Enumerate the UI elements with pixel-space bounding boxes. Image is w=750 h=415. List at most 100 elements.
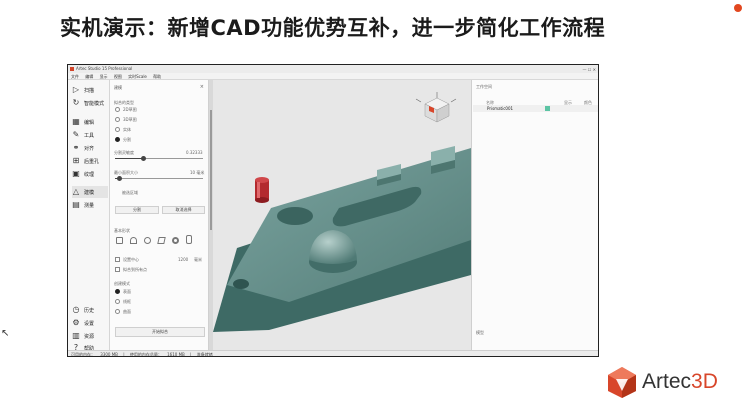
tool-label: 扫描 bbox=[84, 87, 95, 94]
measure-icon: ▤ bbox=[72, 200, 80, 209]
play-icon: ▷ bbox=[72, 85, 80, 94]
cone-shape-icon[interactable] bbox=[130, 237, 137, 244]
status-item: 准备就绪 bbox=[196, 352, 213, 357]
apply-fit-button[interactable]: 开始拟合 bbox=[115, 327, 205, 337]
tool-fill-holes[interactable]: ⊞ 后重孔 bbox=[72, 155, 108, 167]
cylinder-shape-icon[interactable] bbox=[116, 237, 123, 244]
brand-name: Artec bbox=[642, 370, 692, 393]
tool-label: 工具 bbox=[84, 132, 95, 139]
window-title: Artec Studio 15 Professional bbox=[76, 66, 133, 71]
tool-label: 测量 bbox=[84, 202, 95, 209]
radio-label: 表面 bbox=[123, 289, 131, 294]
cad-icon: △ bbox=[72, 187, 80, 196]
settings-icon: ⚙ bbox=[72, 318, 80, 327]
tool-label: 设置 bbox=[84, 320, 95, 327]
status-item: | bbox=[123, 352, 125, 357]
radio-label: 实体 bbox=[123, 127, 131, 132]
resources-icon: ▥ bbox=[72, 331, 80, 340]
record-indicator-icon bbox=[734, 4, 742, 12]
tool-label: 智能模式 bbox=[84, 100, 105, 107]
sphere-shape-icon[interactable] bbox=[144, 237, 151, 244]
navigation-cube[interactable] bbox=[415, 92, 457, 123]
fit-all-points-checkbox[interactable] bbox=[115, 267, 120, 272]
radio-label: 2D草图 bbox=[123, 107, 137, 112]
radio-label: 曲面 bbox=[123, 309, 131, 314]
radio-mode-3d[interactable] bbox=[115, 117, 120, 122]
tool-history[interactable]: ◷ 历史 bbox=[72, 304, 108, 316]
menu-view[interactable]: 视图 bbox=[114, 74, 122, 79]
status-item: 1610 MB bbox=[167, 352, 185, 357]
fill-holes-icon: ⊞ bbox=[72, 156, 80, 165]
radio-label: 分割 bbox=[123, 137, 131, 142]
menu-file[interactable]: 文件 bbox=[71, 74, 79, 79]
slider-label: 最小面积大小 bbox=[114, 170, 138, 175]
workspace-footer: 模型 bbox=[476, 330, 484, 335]
section-label: 基本形状 bbox=[114, 228, 130, 233]
3d-viewport[interactable] bbox=[209, 80, 471, 350]
tool-tools[interactable]: ✎ 工具 bbox=[72, 129, 108, 141]
slider-label: 分割灵敏度 bbox=[114, 150, 134, 155]
tool-label: 后重孔 bbox=[84, 158, 100, 165]
radio-mode-solid[interactable] bbox=[115, 127, 120, 132]
panel-scrollbar[interactable] bbox=[209, 80, 213, 350]
freeform-shape-icon[interactable] bbox=[186, 235, 192, 244]
deselect-button[interactable]: 取消选择 bbox=[162, 206, 205, 214]
tool-autopilot[interactable]: ↻ 智能模式 bbox=[72, 97, 108, 109]
radio-create-surface[interactable] bbox=[115, 289, 120, 294]
cad-settings-panel: 建模 × 拟合的类型 2D草图 3D草图 实体 分割 分割灵敏度 0.32333… bbox=[110, 80, 209, 350]
workspace-row[interactable]: Prismatic001 bbox=[473, 105, 598, 112]
status-item: | bbox=[190, 352, 192, 357]
area-slider-handle[interactable] bbox=[117, 176, 122, 181]
side-hole bbox=[233, 279, 249, 289]
tools-icon: ✎ bbox=[72, 130, 80, 139]
radio-create-curve[interactable] bbox=[115, 309, 120, 314]
app-logo-icon bbox=[70, 67, 74, 71]
status-bar: 可用的内存： 3300 MB | 使用的内存总量： 1610 MB | 准备就绪 bbox=[68, 350, 598, 357]
artec-3d-logo: Artec3D bbox=[606, 365, 746, 405]
mouse-cursor-icon: ↖ bbox=[1, 328, 10, 339]
section-label: 被选区域 bbox=[122, 190, 138, 195]
status-item: 使用的内存总量： bbox=[129, 352, 162, 357]
tool-label: 对齐 bbox=[84, 145, 95, 152]
tool-measure[interactable]: ▤ 测量 bbox=[72, 199, 108, 211]
tool-label: 资源 bbox=[84, 333, 95, 340]
center-value[interactable]: 1200 bbox=[178, 257, 188, 262]
menu-display[interactable]: 显示 bbox=[100, 74, 108, 79]
set-center-checkbox[interactable] bbox=[115, 257, 120, 262]
tool-edit[interactable]: ▦ 编辑 bbox=[72, 116, 108, 128]
sensitivity-slider-handle[interactable] bbox=[141, 156, 146, 161]
panel-header: 建模 bbox=[114, 85, 122, 90]
status-item: 3300 MB bbox=[100, 352, 118, 357]
tool-resources[interactable]: ▥ 资源 bbox=[72, 330, 108, 342]
segment-button[interactable]: 分割 bbox=[115, 206, 159, 214]
object-name: Prismatic001 bbox=[487, 106, 514, 111]
tool-label: 建模 bbox=[84, 189, 95, 196]
tool-align[interactable]: ⚭ 对齐 bbox=[72, 142, 108, 154]
slider-value: 10 毫米 bbox=[190, 170, 205, 175]
area-slider-track[interactable] bbox=[115, 178, 203, 179]
menu-scale[interactable]: 实时Scale bbox=[128, 74, 147, 79]
tool-settings[interactable]: ⚙ 设置 bbox=[72, 317, 108, 329]
menu-help[interactable]: 帮助 bbox=[153, 74, 161, 79]
scrollbar-thumb[interactable] bbox=[210, 110, 212, 230]
close-icon[interactable]: × bbox=[200, 84, 204, 90]
status-item: 可用的内存： bbox=[71, 352, 95, 357]
tool-texture[interactable]: ▣ 纹理 bbox=[72, 168, 108, 180]
tool-cad[interactable]: △ 建模 bbox=[72, 186, 108, 198]
artec-logo-icon bbox=[608, 367, 636, 398]
tool-label: 编辑 bbox=[84, 119, 95, 126]
radio-mode-2d[interactable] bbox=[115, 107, 120, 112]
workspace-header: 工作空间 bbox=[476, 84, 492, 89]
torus-shape-icon[interactable] bbox=[172, 237, 179, 244]
section-label: 创建模式 bbox=[114, 281, 130, 286]
radio-mode-segment[interactable] bbox=[115, 137, 120, 142]
plane-shape-icon[interactable] bbox=[157, 237, 166, 244]
checkbox-label: 拟合到所有点 bbox=[123, 267, 147, 272]
radio-label: 线框 bbox=[123, 299, 131, 304]
tool-scan[interactable]: ▷ 扫描 bbox=[72, 84, 108, 96]
brand-wordmark: Artec3D bbox=[642, 370, 718, 394]
radio-create-wireframe[interactable] bbox=[115, 299, 120, 304]
menu-edit[interactable]: 编辑 bbox=[85, 74, 93, 79]
object-color-swatch[interactable] bbox=[545, 106, 550, 111]
slide-title: 实机演示：新增CAD功能优势互补，进一步简化工作流程 bbox=[60, 16, 606, 40]
